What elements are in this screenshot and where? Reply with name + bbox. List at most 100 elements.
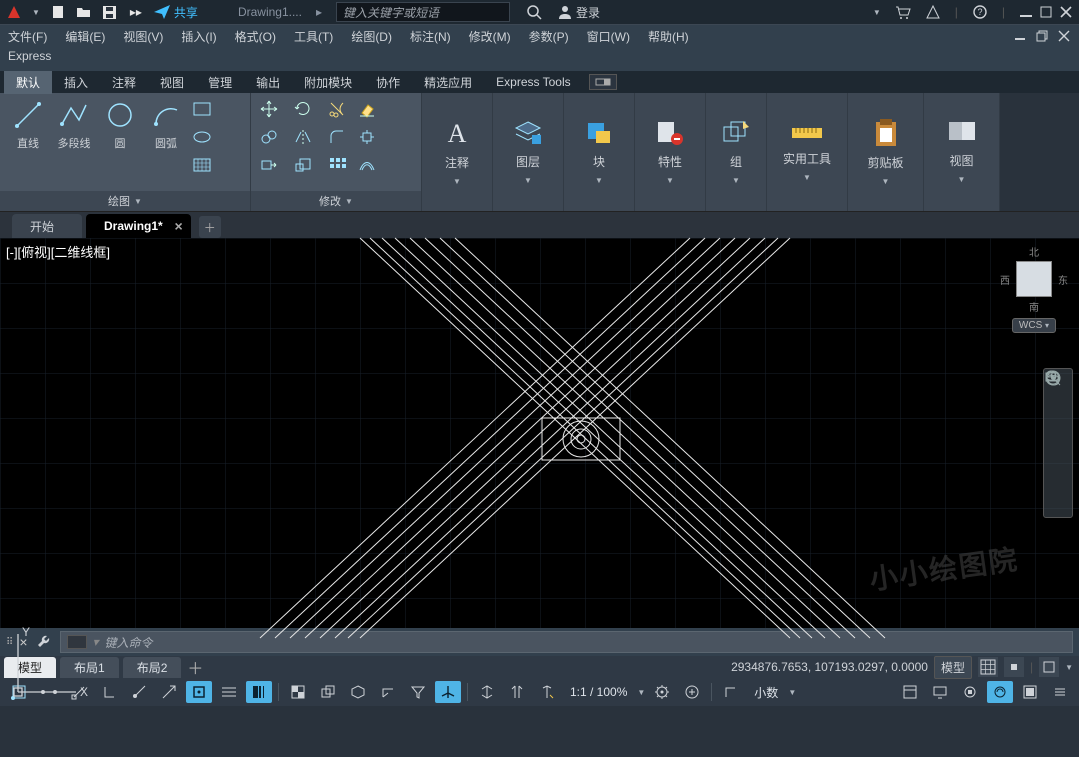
cube-face[interactable] (1016, 261, 1052, 297)
ribbon-tab-insert[interactable]: 插入 (52, 71, 100, 94)
tool-rectangle[interactable] (192, 99, 212, 119)
close-button[interactable] (1059, 5, 1073, 19)
ribbon-focus-toggle[interactable] (589, 74, 617, 90)
mdi-minimize-button[interactable] (1013, 29, 1027, 43)
sb-gizmo[interactable] (435, 681, 461, 703)
ribbon-tab-view[interactable]: 视图 (148, 71, 196, 94)
command-input[interactable]: ▾ 键入命令 (60, 631, 1073, 653)
panel-view[interactable]: 视图▼ (924, 93, 1000, 211)
wcs-dropdown[interactable]: WCS ▾ (1012, 318, 1056, 333)
sb-zoom-caret[interactable]: ▼ (637, 688, 645, 697)
sb-selcycle[interactable] (315, 681, 341, 703)
autodesk-app-icon[interactable] (925, 4, 941, 20)
menu-window[interactable]: 窗口(W) (587, 28, 630, 45)
tool-trim[interactable] (327, 99, 347, 119)
new-icon[interactable] (50, 4, 66, 20)
sb-dynamicucs[interactable] (375, 681, 401, 703)
tool-ellipse[interactable] (192, 127, 212, 147)
close-tab-icon[interactable]: × (175, 218, 183, 234)
maximize-button[interactable] (1039, 5, 1053, 19)
qat-more-icon[interactable]: ▸▸ (128, 4, 144, 20)
ribbon-tab-annotate[interactable]: 注释 (100, 71, 148, 94)
sb-otrack[interactable] (216, 681, 242, 703)
panel-draw-title[interactable]: 绘图▼ (0, 191, 250, 211)
menu-file[interactable]: 文件(F) (8, 28, 47, 45)
menu-dim[interactable]: 标注(N) (410, 28, 451, 45)
status-caret-icon[interactable]: ▼ (1065, 663, 1073, 672)
panel-modify-title[interactable]: 修改▼ (251, 191, 421, 211)
menu-view[interactable]: 视图(V) (123, 28, 163, 45)
ribbon-tab-addons[interactable]: 附加模块 (292, 71, 364, 94)
viewport-label[interactable]: [-][俯视][二维线框] (6, 242, 110, 261)
panel-annotate[interactable]: A注释▼ (422, 93, 493, 211)
panel-clipboard[interactable]: 剪贴板▼ (848, 93, 924, 211)
sb-units-label[interactable]: 小数 (748, 684, 784, 701)
ribbon-tab-default[interactable]: 默认 (4, 71, 52, 94)
tool-mirror[interactable] (293, 127, 313, 147)
view-cube[interactable]: 北 西 东 南 WCS ▾ (999, 244, 1069, 334)
share-button[interactable]: 共享 (154, 4, 198, 21)
layout-add-button[interactable]: ＋ (187, 655, 203, 679)
tool-fillet[interactable] (327, 127, 347, 147)
cart-icon[interactable] (895, 4, 911, 20)
ribbon-tab-output[interactable]: 输出 (244, 71, 292, 94)
menu-edit[interactable]: 编辑(E) (65, 28, 105, 45)
save-icon[interactable] (102, 4, 118, 20)
tool-stretch[interactable] (259, 155, 279, 175)
sb-monitor-icon[interactable] (927, 681, 953, 703)
search-box[interactable]: 键入关键字或短语 (336, 2, 510, 22)
ribbon-tab-manage[interactable]: 管理 (196, 71, 244, 94)
search-icon[interactable] (526, 4, 542, 20)
new-tab-button[interactable]: ＋ (199, 216, 221, 238)
help-icon[interactable]: ? (972, 4, 988, 20)
mdi-restore-button[interactable] (1035, 29, 1049, 43)
menu-param[interactable]: 参数(P) (529, 28, 569, 45)
ribbon-tab-express[interactable]: Express Tools (484, 72, 582, 92)
nav-orbit-icon[interactable] (1048, 463, 1068, 483)
menu-express[interactable]: Express (0, 47, 1079, 71)
login-caret-icon[interactable]: ▼ (873, 8, 881, 17)
menu-insert[interactable]: 插入(I) (181, 28, 216, 45)
menu-modify[interactable]: 修改(M) (469, 28, 511, 45)
ribbon-tab-collab[interactable]: 协作 (364, 71, 412, 94)
nav-zoom-icon[interactable] (1048, 433, 1068, 453)
panel-properties[interactable]: 特性▼ (635, 93, 706, 211)
drawing-canvas[interactable]: [-][俯视][二维线框] Y X 北 西 东 南 WCS ▾ 小小绘图院 (0, 238, 1079, 628)
sb-units-caret[interactable]: ▼ (788, 688, 796, 697)
sb-filter[interactable] (405, 681, 431, 703)
sb-plus-icon[interactable] (679, 681, 705, 703)
sb-annoscale-icon[interactable] (474, 681, 500, 703)
tool-move[interactable] (259, 99, 279, 119)
tool-erase[interactable] (357, 99, 377, 119)
tool-rotate[interactable] (293, 99, 313, 119)
layout-tab-2[interactable]: 布局2 (123, 657, 182, 678)
nav-pan-icon[interactable] (1048, 403, 1068, 423)
status-space-button[interactable]: 模型 (934, 656, 972, 679)
login-button[interactable]: 登录 (558, 4, 600, 21)
panel-utilities[interactable]: 实用工具▼ (767, 93, 848, 211)
sb-ortho[interactable] (96, 681, 122, 703)
sb-zoom-value[interactable]: 1:1 / 100% (564, 685, 633, 699)
tool-circle[interactable]: 圆 (100, 99, 140, 151)
sb-annoauto-icon[interactable] (534, 681, 560, 703)
app-logo-icon[interactable] (6, 4, 22, 20)
tool-scale[interactable] (293, 155, 313, 175)
doc-tab-start[interactable]: 开始 (12, 214, 82, 238)
menu-help[interactable]: 帮助(H) (648, 28, 689, 45)
status-extra1-icon[interactable] (1004, 657, 1024, 677)
tool-array[interactable] (327, 155, 347, 175)
tool-arc[interactable]: 圆弧 (146, 99, 186, 151)
tool-hatch[interactable] (192, 155, 212, 175)
status-grid-icon[interactable] (978, 657, 998, 677)
tool-offset[interactable] (357, 155, 377, 175)
open-icon[interactable] (76, 4, 92, 20)
sb-isolate-icon[interactable] (957, 681, 983, 703)
title-caret-icon[interactable]: ▸ (316, 5, 322, 19)
sb-quickprops-icon[interactable] (897, 681, 923, 703)
sb-polar[interactable] (126, 681, 152, 703)
status-extra2-icon[interactable] (1039, 657, 1059, 677)
ribbon-tab-featured[interactable]: 精选应用 (412, 71, 484, 94)
sb-osnap[interactable] (186, 681, 212, 703)
sb-cleanscreen-icon[interactable] (1017, 681, 1043, 703)
sb-wcs-icon[interactable] (718, 681, 744, 703)
